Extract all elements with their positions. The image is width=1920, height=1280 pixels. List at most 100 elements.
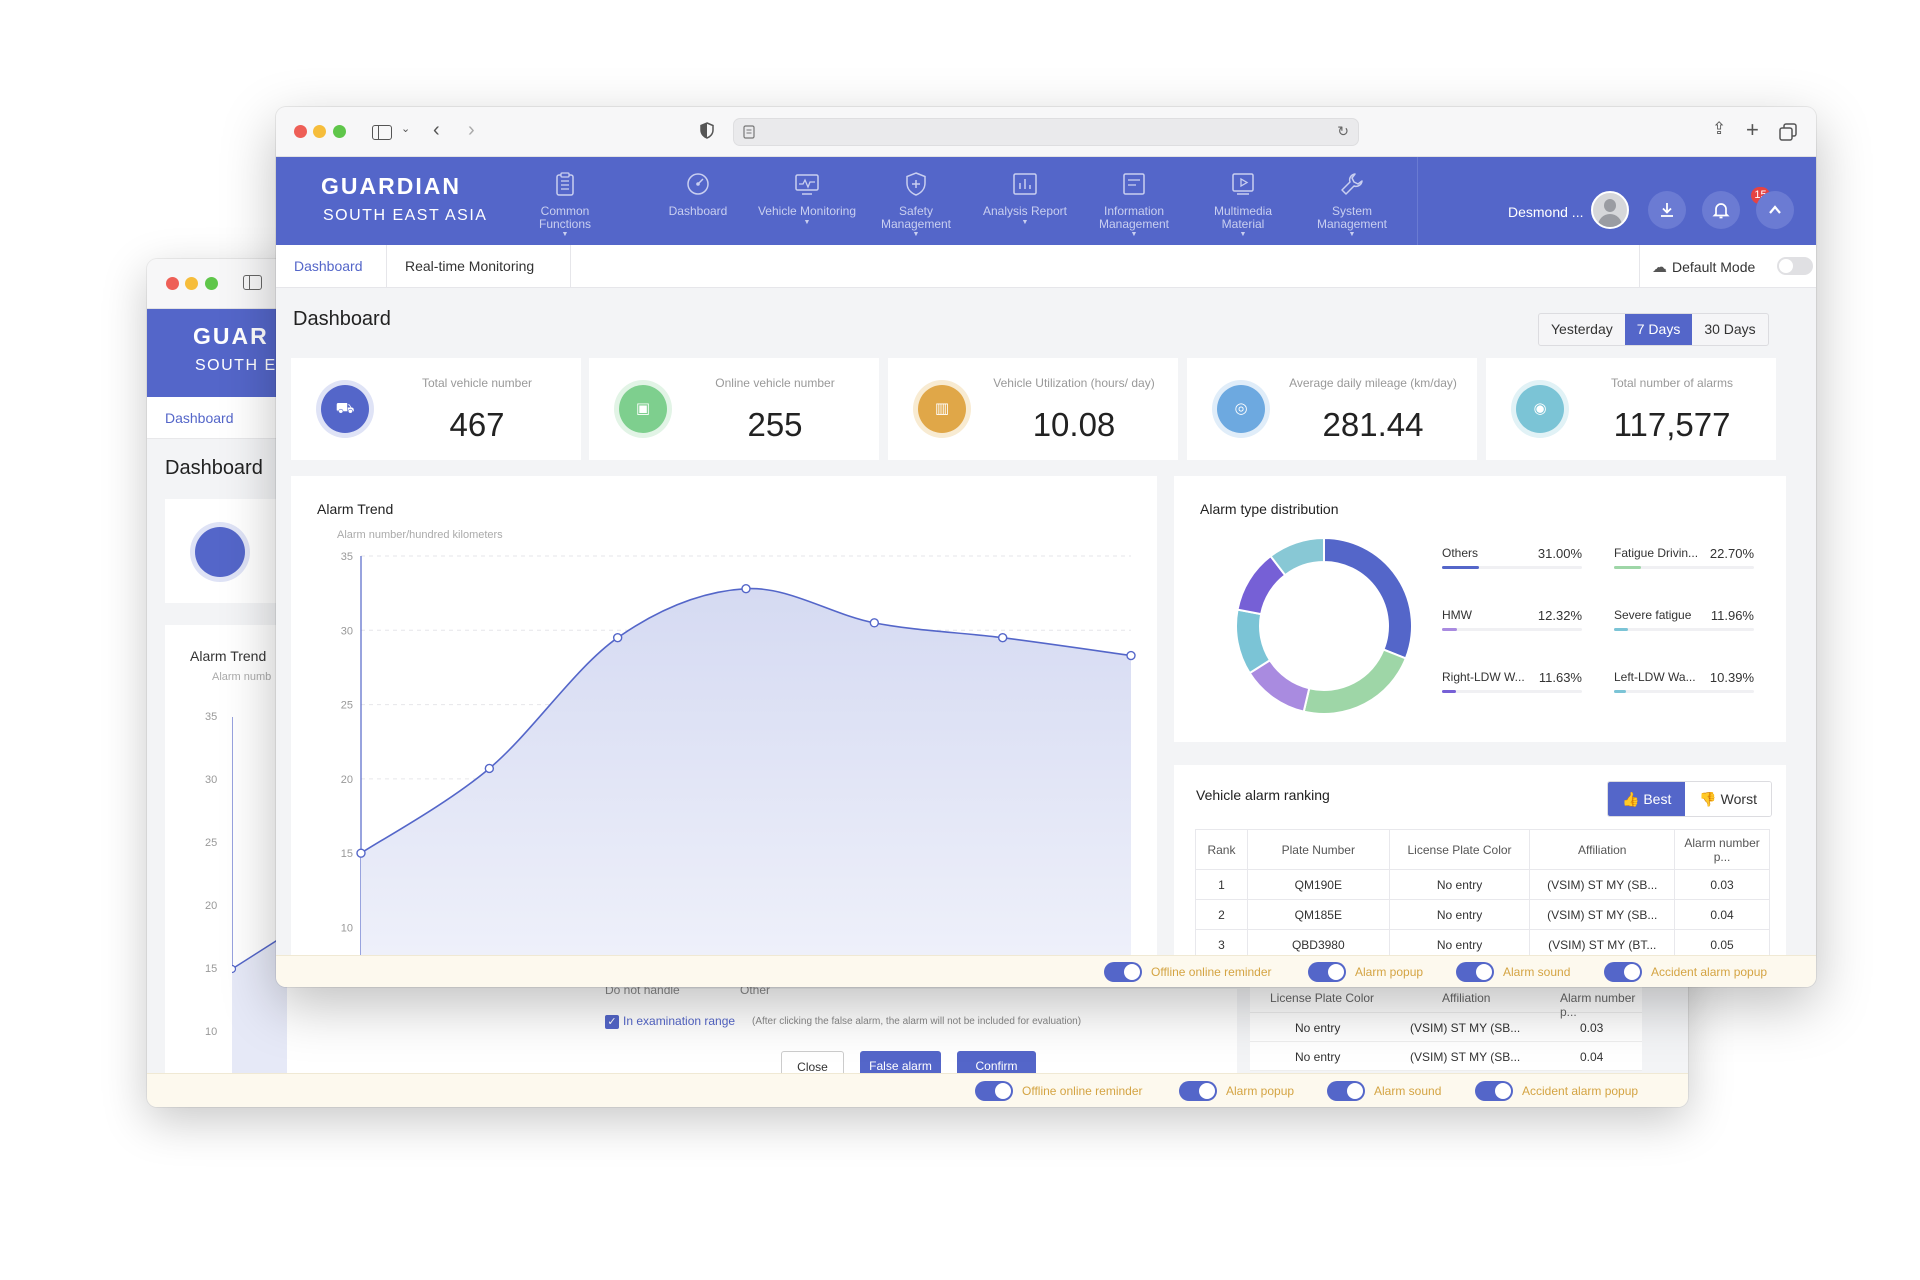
nav-vehicle-monitoring[interactable]: Vehicle Monitoring ▼ (757, 157, 857, 245)
back-tab-dashboard[interactable]: Dashboard (165, 410, 234, 426)
table-row[interactable]: 2 QM185E No entry (VSIM) ST MY (SB... 0.… (1195, 899, 1770, 930)
alarm-popup-toggle[interactable] (1308, 962, 1346, 982)
nav-system-management[interactable]: System Management ▼ (1302, 157, 1402, 245)
collapse-header-button[interactable] (1756, 191, 1794, 229)
tab-realtime-monitoring[interactable]: Real-time Monitoring (387, 245, 571, 288)
minimize-window-button[interactable] (313, 125, 326, 138)
y-tick-label: 25 (341, 700, 353, 712)
forward-arrow-icon[interactable]: › (468, 119, 475, 142)
toggle-label: Offline online reminder (1151, 965, 1272, 979)
data-point (612, 633, 623, 643)
chevron-up-icon (1769, 205, 1781, 214)
alarm-popup-toggle[interactable] (1179, 1081, 1217, 1101)
offline-reminder-toggle[interactable] (975, 1081, 1013, 1101)
tab-bar: Dashboard Real-time Monitoring ☁ Default… (276, 245, 1816, 288)
area-fill (361, 588, 1131, 956)
column-header: License Plate Color (1270, 991, 1375, 1005)
data-point (1126, 650, 1136, 661)
nav-label: Vehicle Monitoring (757, 204, 857, 218)
legend-item-others: Others 31.00% (1442, 546, 1582, 586)
toggle-label: Alarm popup (1355, 965, 1424, 979)
checkbox-icon[interactable]: ✓ (605, 1015, 619, 1029)
avatar[interactable] (1591, 191, 1629, 229)
offline-reminder-toggle[interactable] (1104, 962, 1142, 982)
nav-dashboard[interactable]: Dashboard (648, 157, 748, 245)
close-window-button[interactable] (294, 125, 307, 138)
caret-down-icon: ▼ (803, 219, 811, 226)
footer-bar: Offline online reminder Alarm popup Alar… (276, 955, 1816, 987)
best-button[interactable]: 👍 Best (1608, 782, 1686, 816)
reload-icon[interactable]: ↻ (1337, 123, 1349, 140)
close-window-button[interactable] (166, 277, 179, 290)
chevron-down-icon[interactable]: ⌄ (401, 122, 410, 135)
data-point (356, 848, 366, 858)
alarm-sound-toggle[interactable] (1327, 1081, 1365, 1101)
stat-card-utilization: ▥ Vehicle Utilization (hours/ day) 10.08 (888, 358, 1178, 460)
download-button[interactable] (1648, 191, 1686, 229)
back-arrow-icon[interactable]: ‹ (433, 119, 440, 142)
nav-label: Multimedia Material (1213, 204, 1273, 231)
nav-common-functions[interactable]: Common Functions ▼ (515, 157, 615, 245)
in-examination-range-label: In examination range (623, 1014, 736, 1028)
address-bar[interactable]: ↻ (733, 118, 1359, 146)
stat-card-mileage: ◎ Average daily mileage (km/day) 281.44 (1187, 358, 1477, 460)
worst-button[interactable]: 👎 Worst (1685, 782, 1771, 816)
shield-icon (906, 172, 926, 196)
share-icon[interactable]: ⇪ (1712, 119, 1726, 139)
stat-value: 255 (747, 406, 803, 443)
nav-multimedia-material[interactable]: Multimedia Material ▼ (1193, 157, 1293, 245)
best-label: Best (1643, 791, 1672, 807)
minimize-window-button[interactable] (185, 277, 198, 290)
alarm-sound-toggle[interactable] (1456, 962, 1494, 982)
range-30-days[interactable]: 30 Days (1692, 314, 1767, 345)
legend-value: 11.63% (1538, 670, 1582, 685)
thumbs-up-icon: 👍 (1622, 791, 1640, 807)
donut-slice (1302, 648, 1408, 715)
table-row[interactable]: No entry (VSIM) ST MY (SB... 0.03 (1250, 1013, 1642, 1042)
nav-information-management[interactable]: Information Management ▼ (1084, 157, 1184, 245)
nav-safety-management[interactable]: Safety Management ▼ (866, 157, 966, 245)
privacy-shield-icon[interactable] (700, 122, 714, 139)
y-tick-label: 30 (341, 625, 353, 637)
zoom-window-button[interactable] (205, 277, 218, 290)
online-icon: ▣ (619, 385, 667, 433)
new-tab-icon[interactable]: + (1746, 117, 1759, 143)
zoom-window-button[interactable] (333, 125, 346, 138)
bar-chart-icon (1013, 173, 1037, 195)
tab-overview-icon[interactable] (1779, 123, 1797, 141)
alarm-icon: ◉ (1516, 385, 1564, 433)
accident-popup-toggle[interactable] (1604, 962, 1642, 982)
column-header: License Plate Color (1388, 829, 1531, 870)
legend-item-right-ldw: Right-LDW W... 11.63% (1442, 670, 1582, 710)
sidebar-toggle-icon[interactable] (243, 275, 262, 290)
donut-slice (1235, 608, 1272, 675)
nav-analysis-report[interactable]: Analysis Report ▼ (975, 157, 1075, 245)
range-yesterday[interactable]: Yesterday (1539, 314, 1625, 345)
y-tick-label: 20 (341, 774, 353, 786)
table-cell: 0.04 (1674, 899, 1770, 930)
default-mode-label: Default Mode (1672, 259, 1756, 275)
table-row[interactable]: 1 QM190E No entry (VSIM) ST MY (SB... 0.… (1195, 869, 1770, 900)
table-cell: No entry (1295, 1021, 1341, 1035)
donut-slice (1323, 536, 1413, 660)
toggle-label: Alarm sound (1503, 965, 1571, 979)
main-window: ⌄ ‹ › ↻ ⇪ + GUARDIAN SOUTH EAST ASIA Com… (276, 107, 1816, 987)
back-page-title: Dashboard (165, 457, 263, 479)
sidebar-toggle-icon[interactable] (372, 125, 392, 140)
user-name[interactable]: Desmond ... (1508, 204, 1583, 220)
alarm-trend-chart: 3530252015105 (341, 551, 1136, 956)
legend-name: Fatigue Drivin... (1614, 546, 1699, 560)
range-7-days[interactable]: 7 Days (1624, 314, 1693, 345)
legend-bar (1614, 628, 1629, 631)
logo[interactable]: GUARDIAN (321, 173, 461, 200)
table-cell: 2 (1195, 899, 1248, 930)
legend-value: 31.00% (1537, 546, 1582, 561)
y-tick-label: 15 (341, 848, 353, 860)
page-icon (743, 125, 755, 139)
column-header: Alarm number p... (1674, 829, 1770, 870)
tab-dashboard[interactable]: Dashboard (276, 245, 387, 288)
accident-popup-toggle[interactable] (1475, 1081, 1513, 1101)
table-row[interactable]: No entry (VSIM) ST MY (SB... 0.04 (1250, 1042, 1642, 1071)
default-mode-switch[interactable] (1777, 257, 1813, 275)
notifications-button[interactable] (1702, 191, 1740, 229)
